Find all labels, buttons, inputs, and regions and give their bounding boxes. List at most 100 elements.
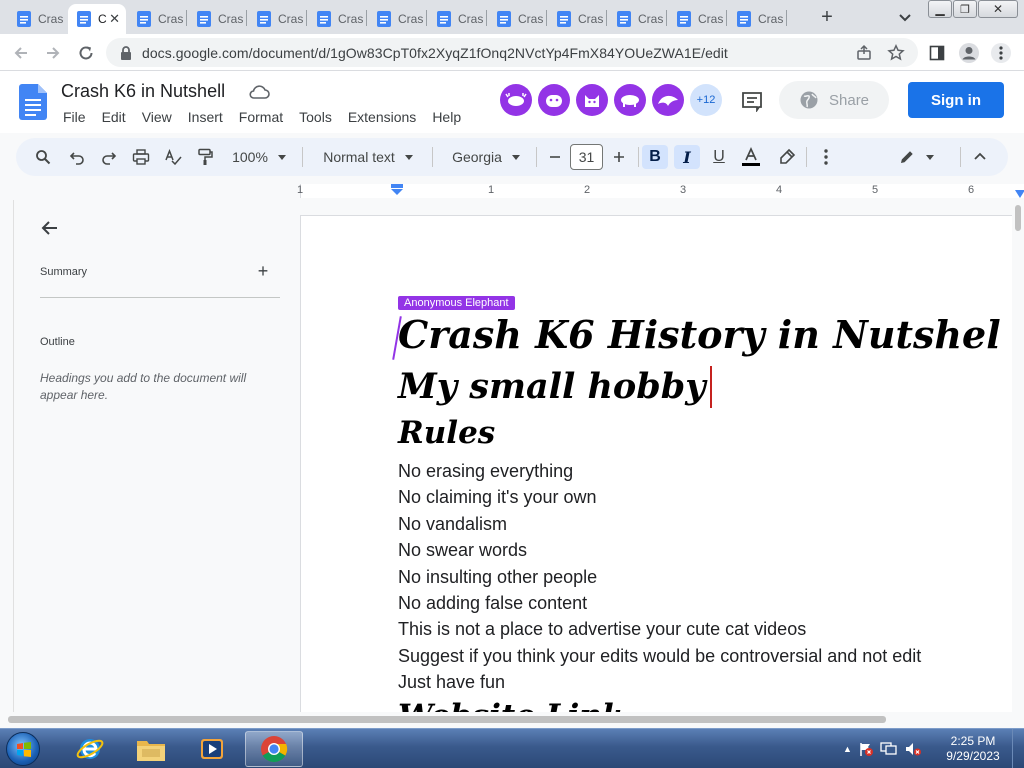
menu-help[interactable]: Help xyxy=(424,108,469,128)
collaborator-avatar[interactable] xyxy=(614,84,646,116)
browser-tab[interactable]: C ✕ xyxy=(68,4,126,34)
heading-subtitle[interactable]: My small hobby xyxy=(398,366,706,407)
browser-tab[interactable]: Cras xyxy=(728,4,786,34)
close-outline-button[interactable] xyxy=(40,218,60,238)
back-button[interactable] xyxy=(9,41,33,65)
side-panel-button[interactable] xyxy=(925,41,949,65)
browser-tab[interactable]: Cras xyxy=(368,4,426,34)
show-desktop-button[interactable] xyxy=(1012,729,1024,768)
list-item[interactable]: No vandalism xyxy=(398,511,921,537)
lock-icon[interactable] xyxy=(116,43,136,63)
font-family-select[interactable]: Georgia xyxy=(446,145,526,169)
taskbar-media-player[interactable] xyxy=(183,731,241,767)
hide-menus-button[interactable] xyxy=(968,145,992,169)
bold-button[interactable]: B xyxy=(642,145,668,169)
heading-title[interactable]: Crash K6 History in Nutshel xyxy=(398,312,1001,357)
list-item[interactable]: Just have fun xyxy=(398,669,921,695)
menu-edit[interactable]: Edit xyxy=(94,108,134,128)
spellcheck-button[interactable] xyxy=(162,145,184,169)
more-options-button[interactable] xyxy=(816,145,836,169)
collaborator-avatar[interactable] xyxy=(538,84,570,116)
list-item[interactable]: Suggest if you think your edits would be… xyxy=(398,643,921,669)
search-menus-button[interactable] xyxy=(32,145,54,169)
font-size-input[interactable]: 31 xyxy=(570,144,603,170)
browser-tab[interactable]: Cras xyxy=(668,4,726,34)
redo-button[interactable] xyxy=(98,145,120,169)
taskbar-clock[interactable]: 2:25 PM 9/29/2023 xyxy=(940,734,1006,764)
browser-tab[interactable]: Cras xyxy=(308,4,366,34)
vertical-scrollbar[interactable] xyxy=(1012,200,1024,712)
collaborator-avatar[interactable] xyxy=(652,84,684,116)
menu-file[interactable]: File xyxy=(55,108,94,128)
zoom-select[interactable]: 100% xyxy=(228,145,290,169)
list-item[interactable]: No erasing everything xyxy=(398,458,921,484)
underline-button[interactable]: U xyxy=(706,145,732,169)
text-color-button[interactable] xyxy=(738,145,764,169)
show-hidden-icons-icon[interactable]: ▲ xyxy=(843,744,852,754)
editing-mode-select[interactable] xyxy=(896,145,936,169)
menu-view[interactable]: View xyxy=(134,108,180,128)
list-item[interactable]: No adding false content xyxy=(398,590,921,616)
scrollbar-thumb[interactable] xyxy=(1015,205,1021,231)
paragraph-style-select[interactable]: Normal text xyxy=(316,145,420,169)
print-button[interactable] xyxy=(130,145,152,169)
decrease-font-size-button[interactable] xyxy=(546,145,564,169)
paint-format-button[interactable] xyxy=(194,145,216,169)
document-page[interactable]: Anonymous Elephant Crash K6 History in N… xyxy=(300,215,1012,712)
browser-tab[interactable]: Cras xyxy=(248,4,306,34)
browser-tab[interactable]: Cras xyxy=(488,4,546,34)
document-title[interactable]: Crash K6 in Nutshell xyxy=(61,81,225,102)
start-button[interactable] xyxy=(6,732,40,766)
horizontal-ruler[interactable]: 1 1 2 3 4 5 6 xyxy=(0,181,1024,200)
horizontal-scrollbar[interactable] xyxy=(0,712,1024,728)
comment-history-button[interactable] xyxy=(740,90,766,114)
network-icon[interactable] xyxy=(880,741,898,757)
profile-button[interactable] xyxy=(957,41,981,65)
browser-tab[interactable]: Cras xyxy=(188,4,246,34)
browser-tab[interactable]: Cras xyxy=(608,4,666,34)
right-indent-marker[interactable] xyxy=(1015,190,1024,198)
scrollbar-thumb[interactable] xyxy=(8,716,886,723)
heading-rules[interactable]: Rules xyxy=(398,415,495,451)
menu-format[interactable]: Format xyxy=(231,108,291,128)
list-item[interactable]: No claiming it's your own xyxy=(398,484,921,510)
collaborator-avatar[interactable] xyxy=(500,84,532,116)
more-collaborators-badge[interactable]: +12 xyxy=(690,84,722,116)
restore-button[interactable]: ❐ xyxy=(953,0,977,18)
address-bar[interactable]: docs.google.com/document/d/1gOw83CpT0fx2… xyxy=(106,38,918,67)
undo-button[interactable] xyxy=(66,145,88,169)
heading-website-link[interactable]: Website Link xyxy=(398,698,623,712)
browser-tab[interactable]: Cras xyxy=(128,4,186,34)
taskbar-internet-explorer[interactable] xyxy=(61,731,119,767)
docs-logo-icon[interactable] xyxy=(19,84,47,120)
minimize-button[interactable]: ▁ xyxy=(928,0,952,18)
taskbar-file-explorer[interactable] xyxy=(122,731,180,767)
tab-search-button[interactable] xyxy=(895,8,915,28)
add-summary-button[interactable]: + xyxy=(254,262,272,280)
menu-tools[interactable]: Tools xyxy=(291,108,340,128)
volume-muted-icon[interactable] xyxy=(904,741,922,757)
new-tab-button[interactable]: + xyxy=(815,6,839,30)
menu-insert[interactable]: Insert xyxy=(180,108,231,128)
collaborator-avatar[interactable] xyxy=(576,84,608,116)
list-item[interactable]: This is not a place to advertise your cu… xyxy=(398,616,921,642)
highlight-color-button[interactable] xyxy=(774,145,800,169)
increase-font-size-button[interactable] xyxy=(610,145,628,169)
close-window-button[interactable]: ✕ xyxy=(978,0,1018,18)
indent-marker[interactable] xyxy=(390,184,404,196)
italic-button[interactable]: I xyxy=(674,145,700,169)
cloud-saved-icon[interactable] xyxy=(248,83,270,101)
forward-button[interactable] xyxy=(41,41,65,65)
browser-tab[interactable]: Cras xyxy=(548,4,606,34)
reload-button[interactable] xyxy=(74,41,98,65)
action-center-flag-icon[interactable] xyxy=(858,741,874,757)
browser-tab[interactable]: Cras xyxy=(8,4,66,34)
document-canvas[interactable]: Anonymous Elephant Crash K6 History in N… xyxy=(300,200,1012,712)
list-item[interactable]: No insulting other people xyxy=(398,564,921,590)
share-page-icon[interactable] xyxy=(854,43,874,63)
sign-in-button[interactable]: Sign in xyxy=(908,82,1004,118)
url-text[interactable]: docs.google.com/document/d/1gOw83CpT0fx2… xyxy=(142,45,728,61)
taskbar-chrome[interactable] xyxy=(245,731,303,767)
browser-menu-button[interactable] xyxy=(989,41,1013,65)
list-item[interactable]: No swear words xyxy=(398,537,921,563)
